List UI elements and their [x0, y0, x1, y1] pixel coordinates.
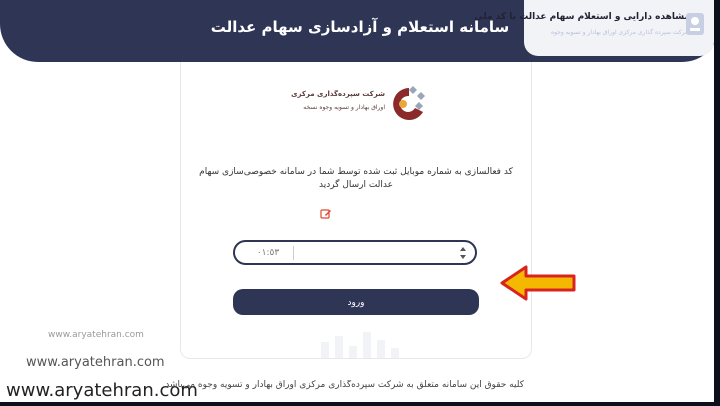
countdown-timer: ٠١:٥٣	[243, 246, 294, 260]
organization-logo-block: شرکت سپرده‌گذاری مرکزی اوراق بهادار و تس…	[281, 82, 431, 126]
activation-code-field[interactable]: ٠١:٥٣	[233, 240, 477, 265]
organization-logo-icon	[393, 86, 425, 120]
login-card: شرکت سپرده‌گذاری مرکزی اوراق بهادار و تس…	[180, 62, 532, 359]
login-button[interactable]: ورود	[233, 289, 479, 315]
overlay-caption: مشاهده دارایی و استعلام سهام عدالت با کد…	[474, 0, 714, 56]
activation-code-input[interactable]	[295, 245, 445, 260]
copyright-note: کلیه حقوق این سامانه متعلق به شرکت سپرده…	[165, 380, 524, 390]
edit-icon[interactable]	[320, 208, 332, 220]
background-pattern	[321, 332, 399, 358]
window-bottom-edge	[0, 402, 720, 406]
organization-name: شرکت سپرده‌گذاری مرکزی	[291, 90, 385, 98]
organization-subtitle: اوراق بهادار و تسویه وجوه نسخه	[303, 104, 385, 111]
overlay-subtitle: شرکت سپرده گذاری مرکزی اوراق بهادار و تس…	[550, 29, 690, 36]
verification-message: کد فعالسازی به شماره موبایل ثبت شده توسط…	[199, 167, 513, 190]
watermark-medium: www.aryatehran.com	[26, 355, 165, 370]
overlay-title: مشاهده دارایی و استعلام سهام عدالت با کد…	[474, 12, 690, 22]
watermark-small: www.aryatehran.com	[48, 330, 144, 340]
window-edge	[714, 0, 720, 406]
arrow-left-icon	[500, 265, 576, 301]
stepper-arrows-icon[interactable]	[459, 245, 467, 261]
overlay-logo-icon	[686, 13, 704, 35]
